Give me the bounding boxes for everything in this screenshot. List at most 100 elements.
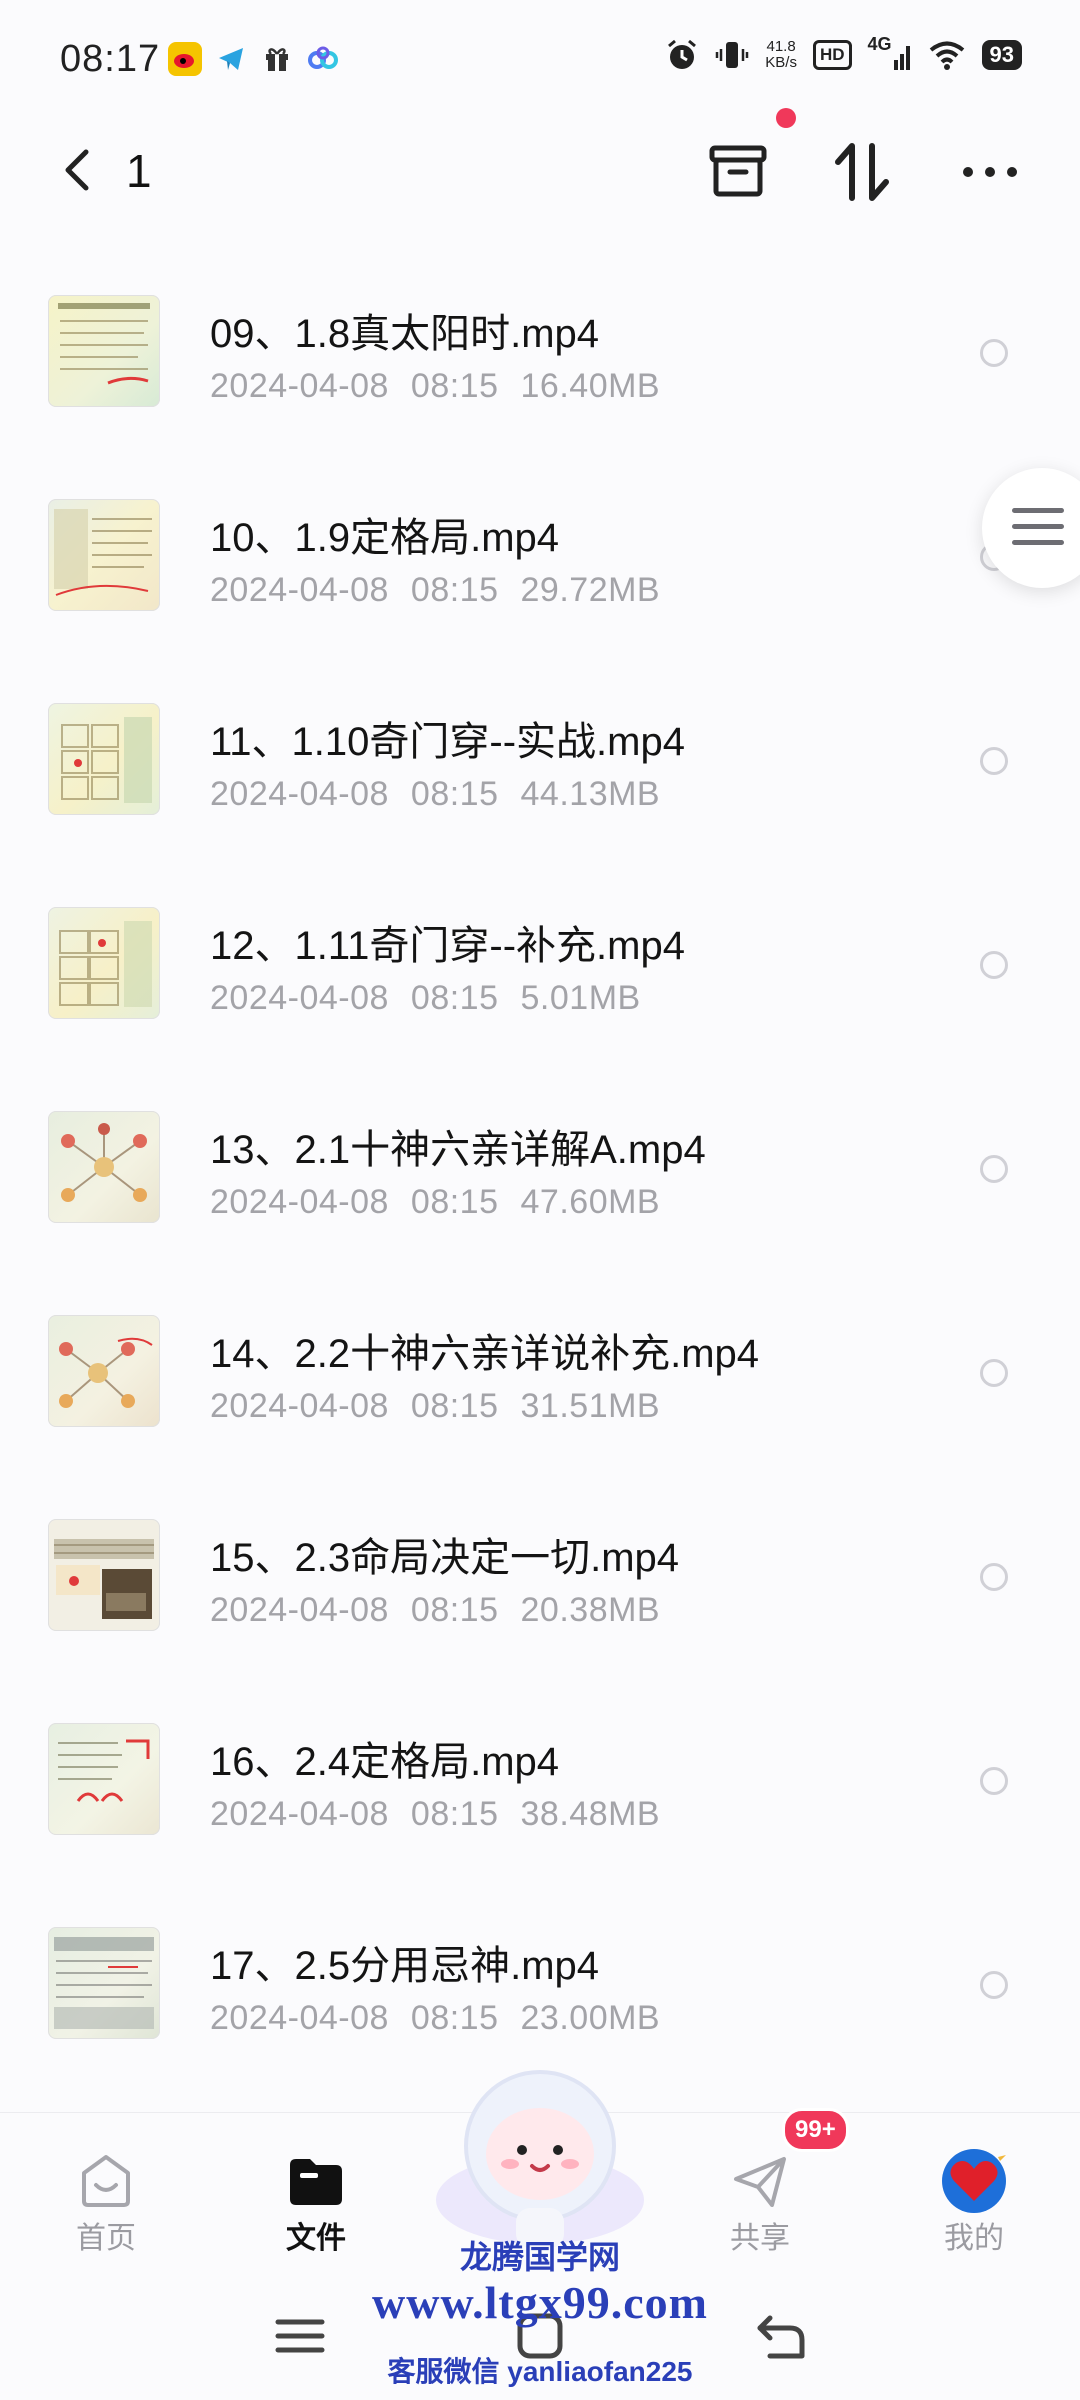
folder-icon: [290, 2159, 342, 2205]
video-thumbnail: [48, 1927, 160, 2039]
file-time: 08:15: [410, 1999, 499, 2037]
file-time: 08:15: [410, 1183, 499, 1221]
file-time: 08:15: [410, 367, 499, 405]
file-date: 2024-04-08: [210, 1999, 389, 2037]
file-item[interactable]: 11、1.10奇门穿--实战.mp4 2024-04-08 08:15 44.13M…: [0, 663, 1080, 867]
file-size: 47.60MB: [520, 1183, 661, 1221]
file-item[interactable]: 15、2.3命局决定一切.mp4 2024-04-08 08:15 20.38MB: [0, 1479, 1080, 1683]
file-meta: 2024-04-08 08:15 5.01MB: [210, 979, 641, 1018]
file-date: 2024-04-08: [210, 571, 389, 609]
nav-home-label: 首页: [76, 2222, 136, 2255]
file-size: 16.40MB: [520, 367, 661, 405]
file-size: 44.13MB: [520, 775, 661, 813]
file-name: 17、2.5分用忌神.mp4: [210, 1944, 600, 1988]
nav-me-label: 我的: [944, 2222, 1004, 2255]
file-item[interactable]: 10、1.9定格局.mp4 2024-04-08 08:15 29.72MB: [0, 459, 1080, 663]
file-size: 5.01MB: [520, 979, 641, 1017]
app-bar: 1: [0, 120, 1080, 220]
gift-icon: [260, 42, 294, 76]
file-time: 08:15: [410, 775, 499, 813]
file-meta: 2024-04-08 08:15 16.40MB: [210, 367, 660, 406]
notification-dot: [776, 108, 796, 128]
file-name: 16、2.4定格局.mp4: [210, 1740, 560, 1784]
status-bar: 08:17 41.8 KB/s HD 4G 93: [0, 0, 1080, 120]
back-button[interactable]: [52, 142, 108, 198]
file-item[interactable]: 09、1.8真太阳时.mp4 2024-04-08 08:15 16.40MB: [0, 255, 1080, 459]
video-thumbnail: [48, 907, 160, 1019]
file-item[interactable]: 13、2.1十神六亲详解A.mp4 2024-04-08 08:15 47.60MB: [0, 1071, 1080, 1275]
box-icon: [709, 145, 767, 197]
file-meta: 2024-04-08 08:15 31.51MB: [210, 1387, 660, 1426]
battery-indicator: 93: [981, 40, 1022, 70]
file-date: 2024-04-08: [210, 1591, 389, 1629]
video-thumbnail: [48, 499, 160, 611]
alarm-icon: [668, 39, 697, 69]
select-radio[interactable]: [980, 339, 1008, 367]
file-item[interactable]: 12、1.11奇门穿--补充.mp4 2024-04-08 08:15 5.01MB: [0, 867, 1080, 1071]
status-time: 08:17: [60, 38, 161, 80]
menu-line: [1012, 524, 1064, 529]
file-meta: 2024-04-08 08:15 38.48MB: [210, 1795, 660, 1834]
file-item[interactable]: 14、2.2十神六亲详说补充.mp4 2024-04-08 08:15 31.51M…: [0, 1275, 1080, 1479]
watermark-title: 龙腾国学网: [459, 2239, 620, 2275]
weibo-icon: [168, 42, 202, 76]
cloud-drive-icon: [306, 42, 340, 76]
more-button[interactable]: [952, 134, 1028, 210]
select-radio[interactable]: [980, 1767, 1008, 1795]
video-thumbnail: [48, 295, 160, 407]
select-radio[interactable]: [980, 1563, 1008, 1591]
file-name: 10、1.9定格局.mp4: [210, 516, 560, 560]
menu-line: [1012, 540, 1064, 545]
nav-me[interactable]: 我的: [894, 2113, 1054, 2273]
notification-icons: [168, 42, 340, 76]
mascot-button[interactable]: [432, 2050, 648, 2260]
file-meta: 2024-04-08 08:15 20.38MB: [210, 1591, 660, 1630]
video-thumbnail: [48, 1723, 160, 1835]
chevron-left-icon: [65, 149, 89, 191]
file-time: 08:15: [410, 571, 499, 609]
watermark-url: www.ltgx99.com: [372, 2277, 708, 2328]
file-time: 08:15: [410, 1387, 499, 1425]
watermark-contact: 客服微信 yanliaofan225: [387, 2356, 693, 2387]
nav-files[interactable]: 文件: [236, 2113, 396, 2273]
file-date: 2024-04-08: [210, 367, 389, 405]
select-radio[interactable]: [980, 1155, 1008, 1183]
select-radio[interactable]: [980, 747, 1008, 775]
file-date: 2024-04-08: [210, 979, 389, 1017]
file-name: 11、1.10奇门穿--实战.mp4: [210, 720, 685, 764]
select-radio[interactable]: [980, 1971, 1008, 1999]
file-size: 20.38MB: [520, 1591, 661, 1629]
file-time: 08:15: [410, 979, 499, 1017]
select-radio[interactable]: [980, 951, 1008, 979]
telegram-icon: [214, 42, 248, 76]
video-thumbnail: [48, 1519, 160, 1631]
network-speed: 41.8 KB/s: [765, 39, 797, 71]
file-size: 29.72MB: [520, 571, 661, 609]
file-meta: 2024-04-08 08:15 29.72MB: [210, 571, 660, 610]
file-meta: 2024-04-08 08:15 47.60MB: [210, 1183, 660, 1222]
nav-files-label: 文件: [286, 2222, 346, 2255]
file-name: 14、2.2十神六亲详说补充.mp4: [210, 1332, 760, 1376]
nav-share-label: 共享: [730, 2222, 790, 2255]
sort-button[interactable]: [824, 134, 900, 210]
transfer-list-button[interactable]: [700, 134, 776, 210]
file-item[interactable]: 16、2.4定格局.mp4 2024-04-08 08:15 38.48MB: [0, 1683, 1080, 1887]
avatar: [942, 2149, 1006, 2213]
file-meta: 2024-04-08 08:15 23.00MB: [210, 1999, 660, 2038]
file-time: 08:15: [410, 1795, 499, 1833]
network-speed-value: 41.8: [766, 38, 796, 55]
paper-plane-icon: [734, 2157, 786, 2207]
file-name: 12、1.11奇门穿--补充.mp4: [210, 924, 685, 968]
video-thumbnail: [48, 1111, 160, 1223]
file-date: 2024-04-08: [210, 1795, 389, 1833]
share-badge: 99+: [782, 2108, 849, 2152]
sort-arrows-icon: [835, 143, 889, 201]
page-title: 1: [126, 145, 152, 197]
file-meta: 2024-04-08 08:15 44.13MB: [210, 775, 660, 814]
select-radio[interactable]: [980, 1359, 1008, 1387]
vibrate-icon: [716, 42, 749, 68]
home-icon: [82, 2155, 130, 2207]
nav-home[interactable]: 首页: [26, 2113, 186, 2273]
file-size: 38.48MB: [520, 1795, 661, 1833]
file-name: 09、1.8真太阳时.mp4: [210, 312, 600, 356]
